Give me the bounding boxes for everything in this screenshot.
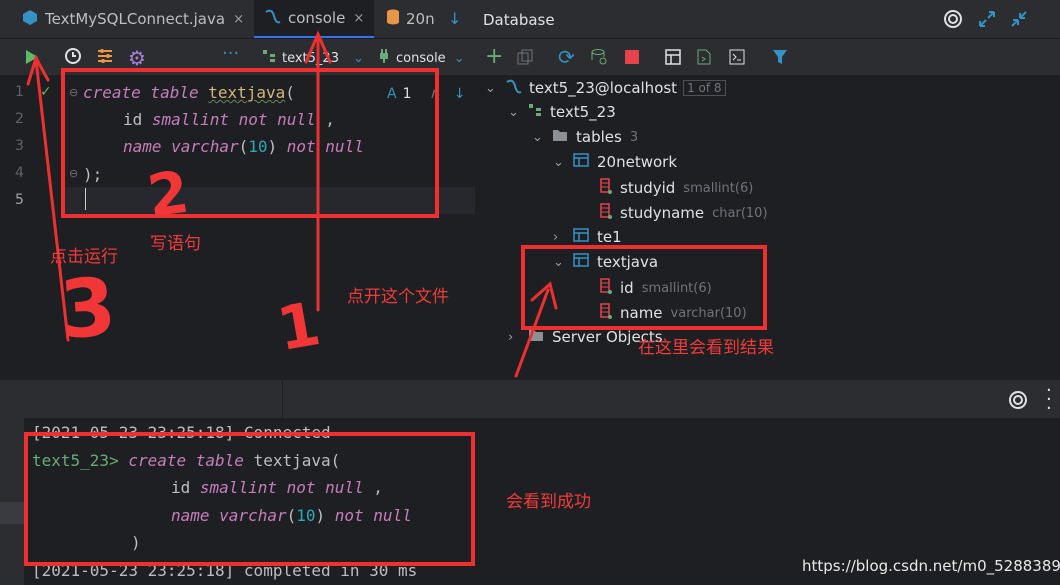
annotation-write-statement: 写语句: [150, 234, 201, 254]
annotation-click-run: 点击运行: [50, 247, 118, 267]
annotation-see-result-here: 在这里会看到结果: [638, 338, 774, 358]
annotation-step-3: 3: [56, 260, 119, 357]
annotation-see-success: 会看到成功: [506, 492, 591, 512]
annotation-open-file: 点开这个文件: [347, 287, 449, 307]
watermark: https://blog.csdn.net/m0_52883898: [802, 557, 1060, 575]
